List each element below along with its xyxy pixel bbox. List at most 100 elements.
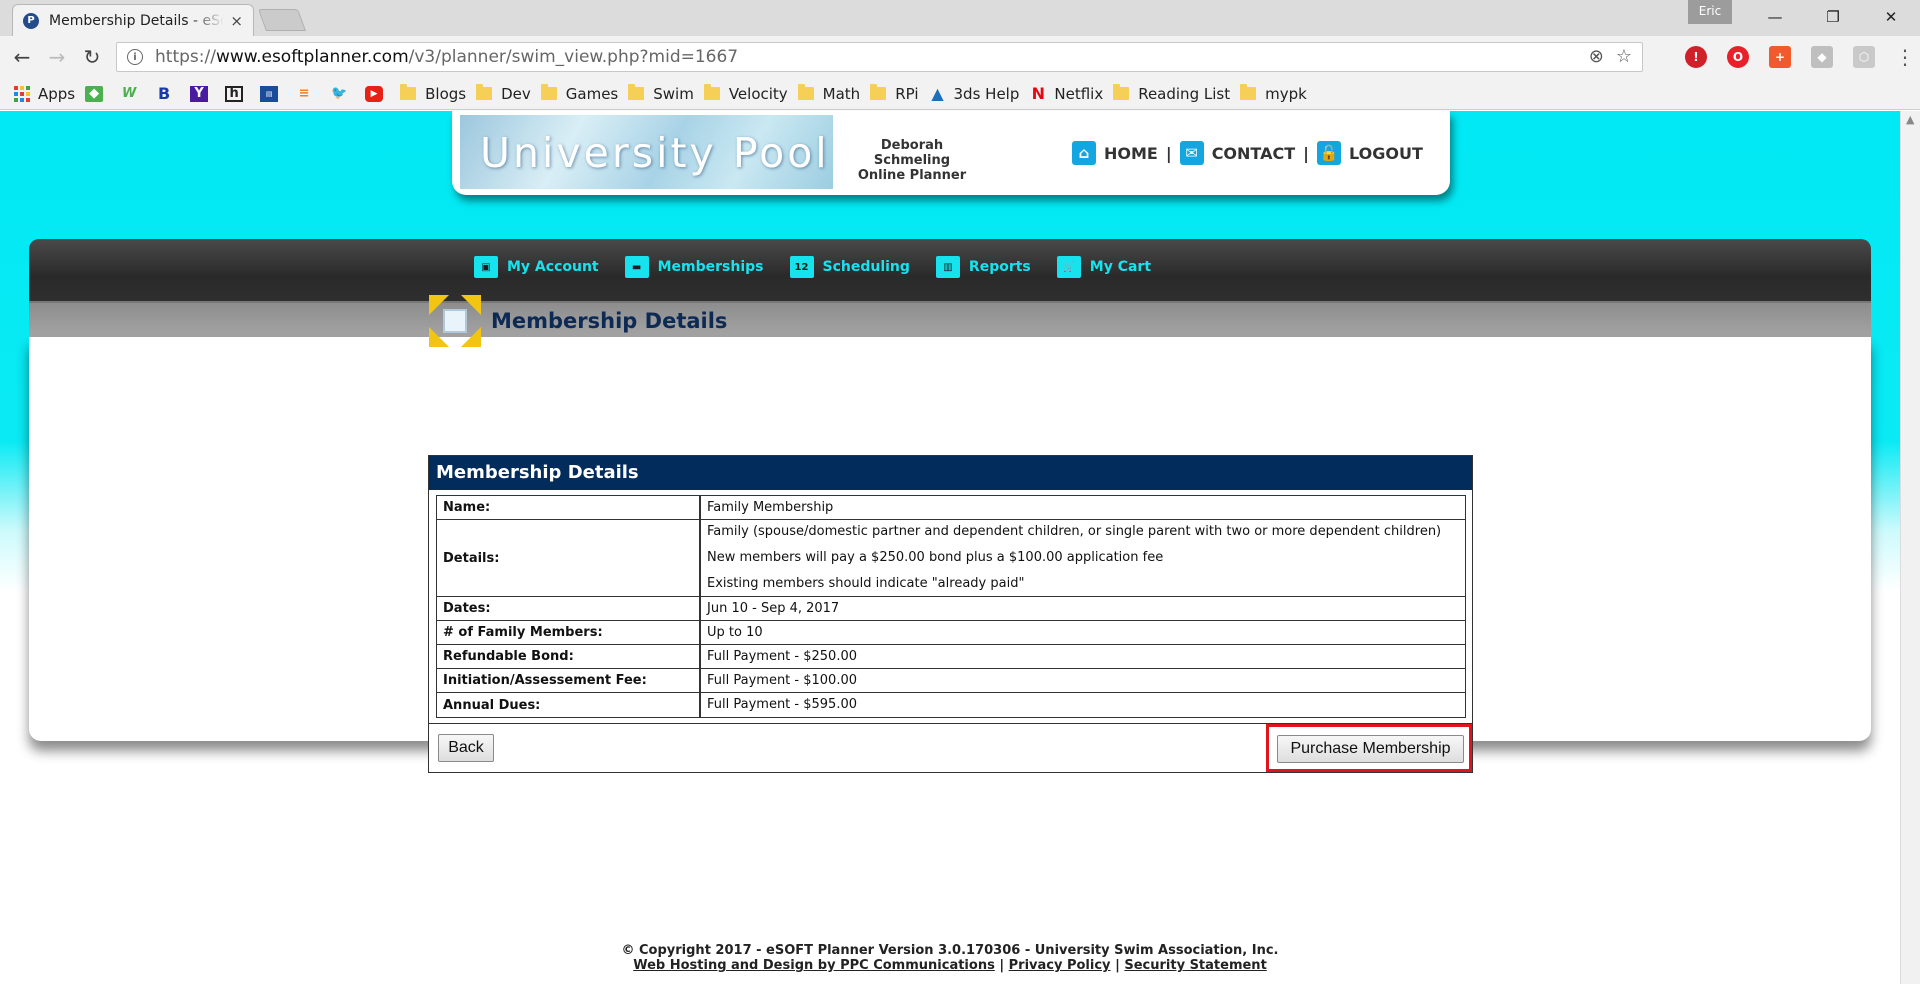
- page-title: Membership Details: [491, 309, 728, 333]
- bookmark-folder-dev[interactable]: Dev: [476, 84, 531, 103]
- membership-card-icon: ▬: [624, 256, 649, 278]
- footer-link-security[interactable]: Security Statement: [1124, 958, 1266, 973]
- footer-link-privacy[interactable]: Privacy Policy: [1009, 958, 1111, 973]
- row-value: Family (spouse/domestic partner and depe…: [701, 520, 1465, 596]
- site-info-icon[interactable]: i: [127, 49, 143, 65]
- bookmark-folder-reading-list[interactable]: Reading List: [1113, 84, 1230, 103]
- bookmark-folder-math[interactable]: Math: [797, 84, 860, 103]
- row-value-line: Family Membership: [707, 499, 834, 515]
- table-row: Refundable Bond: Full Payment - $250.00: [437, 645, 1465, 669]
- table-row: Annual Dues: Full Payment - $595.00: [437, 693, 1465, 717]
- browser-toolbar: ← → ↻ i https://www.esoftplanner.com/v3/…: [0, 36, 1920, 78]
- profile-button[interactable]: Eric: [1688, 0, 1732, 24]
- yahoo-bookmark-icon[interactable]: Y: [190, 85, 209, 102]
- close-window-icon[interactable]: ✕: [1862, 0, 1920, 34]
- nav-my-account[interactable]: ▣ My Account: [474, 256, 599, 278]
- extension-red-icon[interactable]: !: [1685, 46, 1707, 68]
- page-heading: Membership Details: [429, 295, 727, 347]
- apps-grid-icon: [14, 85, 30, 102]
- purchase-membership-button[interactable]: Purchase Membership: [1277, 735, 1464, 763]
- bookmark-star-icon[interactable]: ☆: [1616, 46, 1632, 67]
- page-scrollbar[interactable]: ▲: [1900, 111, 1920, 984]
- row-label: Name:: [437, 496, 701, 519]
- netflix-icon: N: [1031, 84, 1046, 103]
- logout-lock-icon[interactable]: 🔓: [1316, 141, 1341, 165]
- browser-tab-bar: P Membership Details - eSoft Planner × E…: [0, 0, 1920, 36]
- row-value-line: Full Payment - $100.00: [707, 672, 857, 688]
- esoft-favicon-icon: P: [23, 12, 39, 29]
- twitter-bookmark-icon[interactable]: 🐦: [330, 86, 348, 102]
- bookmark-folder-games[interactable]: Games: [540, 84, 618, 103]
- logout-link[interactable]: LOGOUT: [1349, 144, 1423, 163]
- new-tab-button[interactable]: [257, 9, 307, 31]
- row-label: Refundable Bond:: [437, 645, 701, 668]
- bookmark-folder-swim[interactable]: Swim: [628, 84, 694, 103]
- scroll-up-arrow-icon[interactable]: ▲: [1906, 113, 1914, 126]
- weather-bookmark-icon[interactable]: ▤: [260, 85, 279, 102]
- nav-scheduling[interactable]: 12 Scheduling: [789, 256, 910, 278]
- tab-close-icon[interactable]: ×: [230, 12, 243, 30]
- menu-kebab-icon[interactable]: ⋮: [1895, 45, 1915, 69]
- sub-nav-bar: [29, 301, 1871, 337]
- nav-memberships[interactable]: ▬ Memberships: [624, 256, 764, 278]
- w-bookmark-icon[interactable]: W: [120, 86, 138, 102]
- table-row: Details: Family (spouse/domestic partner …: [437, 520, 1465, 597]
- dropbox-extension-icon[interactable]: ◆: [1811, 46, 1833, 68]
- footer-link-hosting[interactable]: Web Hosting and Design by PPC Communicat…: [633, 958, 995, 973]
- maps-bookmark-icon[interactable]: ◆: [85, 85, 104, 102]
- row-value-line: Full Payment - $595.00: [707, 697, 857, 712]
- address-bar[interactable]: i https://www.esoftplanner.com/v3/planne…: [116, 42, 1643, 72]
- folder-icon: [628, 84, 645, 100]
- table-row: Initiation/Assessement Fee: Full Payment …: [437, 669, 1465, 693]
- nav-my-cart[interactable]: 🛒 My Cart: [1056, 256, 1151, 278]
- row-label: Initiation/Assessement Fee:: [437, 669, 701, 692]
- minimize-icon[interactable]: —: [1746, 0, 1804, 34]
- row-value: Up to 10: [701, 621, 1465, 644]
- opera-extension-icon[interactable]: O: [1727, 46, 1749, 68]
- contact-mail-icon[interactable]: ✉: [1179, 141, 1204, 165]
- row-label: Details:: [437, 520, 701, 596]
- membership-details-icon: [429, 295, 481, 347]
- university-pool-logo[interactable]: University Pool: [460, 115, 833, 189]
- row-value: Family Membership: [701, 496, 1465, 519]
- home-icon[interactable]: ⌂: [1072, 141, 1096, 165]
- row-value: Full Payment - $100.00: [701, 669, 1465, 692]
- account-card-icon: ▣: [474, 256, 498, 278]
- row-value: Full Payment - $595.00: [701, 693, 1465, 717]
- bookmark-folder-blogs[interactable]: Blogs: [400, 84, 466, 103]
- back-button[interactable]: Back: [438, 734, 494, 762]
- row-label: Annual Dues:: [437, 693, 701, 717]
- bookmark-folder-velocity[interactable]: Velocity: [703, 84, 788, 103]
- bookmark-apps[interactable]: Apps: [14, 85, 75, 103]
- forward-arrow-icon[interactable]: →: [42, 42, 72, 72]
- h-bookmark-icon[interactable]: h: [225, 85, 244, 102]
- row-value-line: Family (spouse/domestic partner and depe…: [707, 524, 1442, 539]
- row-value-line: Full Payment - $250.00: [707, 648, 857, 664]
- table-row: Dates: Jun 10 - Sep 4, 2017: [437, 597, 1465, 621]
- row-value: Full Payment - $250.00: [701, 645, 1465, 668]
- bookmark-folder-rpi[interactable]: RPi: [870, 84, 919, 103]
- folder-icon: [870, 84, 887, 100]
- plus-extension-icon[interactable]: +: [1769, 46, 1791, 68]
- blocked-popup-icon[interactable]: ⊗: [1589, 46, 1604, 67]
- restore-icon[interactable]: ❐: [1804, 0, 1862, 34]
- youtube-bookmark-icon[interactable]: ▶: [365, 85, 384, 102]
- row-label: # of Family Members:: [437, 621, 701, 644]
- table-title: Membership Details: [429, 456, 1472, 490]
- reload-icon[interactable]: ↻: [77, 42, 107, 72]
- home-link[interactable]: HOME: [1104, 144, 1158, 163]
- bookmark-3ds-help[interactable]: ▲ 3ds Help: [929, 84, 1019, 103]
- bookmark-netflix[interactable]: N Netflix: [1029, 84, 1104, 103]
- stackoverflow-bookmark-icon[interactable]: ≡: [295, 86, 313, 102]
- cart-icon: 🛒: [1056, 256, 1081, 278]
- table-row: Name: Family Membership: [437, 496, 1465, 520]
- reports-book-icon: ▥: [935, 256, 960, 278]
- bookmark-folder-mypk[interactable]: mypk: [1240, 84, 1307, 103]
- back-arrow-icon[interactable]: ←: [7, 42, 37, 72]
- contact-link[interactable]: CONTACT: [1212, 144, 1295, 163]
- b-bookmark-icon[interactable]: B: [155, 84, 173, 103]
- nav-reports[interactable]: ▥ Reports: [935, 256, 1031, 278]
- browser-tab-active[interactable]: P Membership Details - eSoft Planner ×: [12, 4, 254, 36]
- url-text: https://www.esoftplanner.com/v3/planner/…: [155, 47, 739, 67]
- cube-extension-icon[interactable]: ⬡: [1853, 46, 1875, 68]
